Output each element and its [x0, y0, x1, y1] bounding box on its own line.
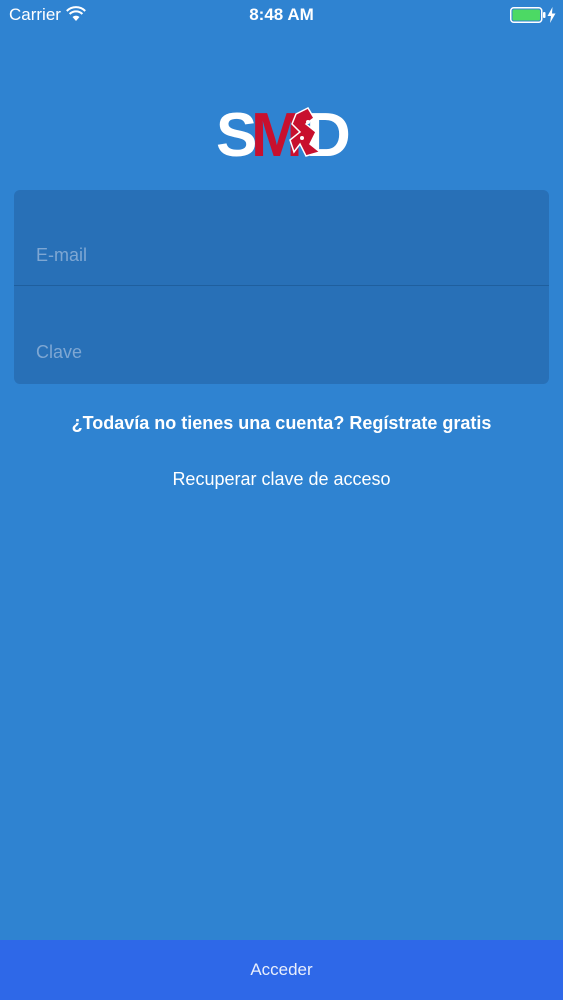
login-form	[14, 190, 549, 384]
password-input[interactable]	[36, 337, 526, 367]
status-bar: Carrier 8:48 AM	[0, 0, 563, 30]
battery-icon	[510, 7, 546, 23]
svg-text:M: M	[251, 101, 299, 160]
smd-logo: S M D	[216, 101, 350, 160]
password-field-container	[14, 287, 549, 383]
login-button[interactable]: Acceder	[0, 940, 563, 1000]
recover-password-link[interactable]: Recuperar clave de acceso	[0, 469, 563, 490]
charging-bolt-icon	[547, 7, 556, 23]
status-time: 8:48 AM	[249, 5, 314, 24]
svg-text:S: S	[216, 101, 255, 160]
register-link[interactable]: ¿Todavía no tienes una cuenta? Regístrat…	[0, 413, 563, 434]
email-input[interactable]	[36, 240, 526, 270]
email-field-container	[14, 190, 549, 286]
